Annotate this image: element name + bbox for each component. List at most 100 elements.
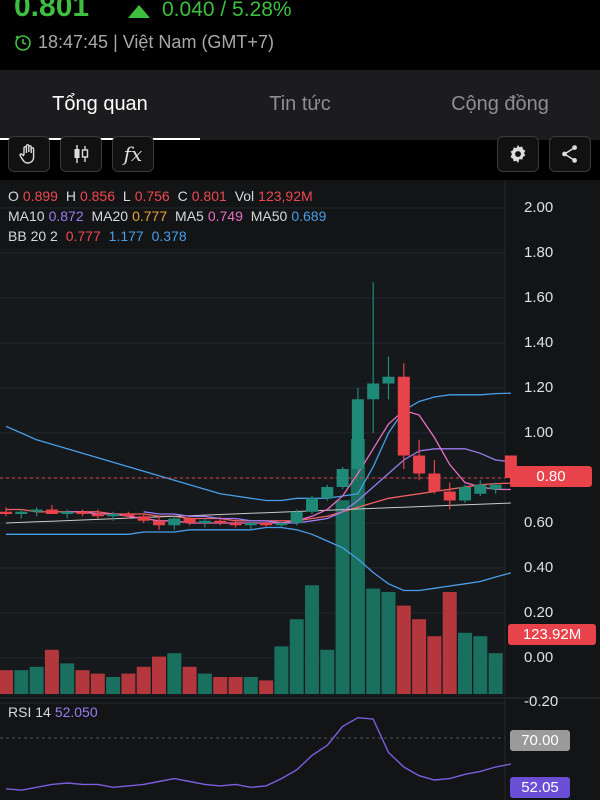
candle-body [351,399,364,469]
volume-bar [44,649,59,694]
price-chart[interactable]: O 0.899 H 0.856 L 0.756 C 0.801 Vol 123,92M M… [0,180,600,800]
share-icon [562,145,577,163]
y-axis-label: 1.60 [524,289,554,306]
ohlc-legend: O 0.899 H 0.856 L 0.756 C 0.801 Vol 123,92M [8,188,313,204]
candle-body [168,518,181,526]
candle-body [474,484,487,494]
candle-body [45,509,58,514]
candle-body [137,516,150,521]
tab-news[interactable]: Tin tức [200,70,400,140]
y-axis-label: 2.00 [524,199,554,216]
volume-bar [0,670,13,694]
candle-body [183,518,196,523]
volume-bar [14,670,29,694]
candle-body [15,511,28,514]
candle-body [275,523,288,526]
rsi-value-tag: 52.05 [510,777,570,798]
candle-body [413,455,426,474]
volume-bar [366,588,381,694]
volume-tag: 123.92M [508,624,596,645]
candle-body [122,514,135,517]
volume-bar [213,677,228,694]
volume-bar [29,666,44,694]
volume-bar [289,619,304,694]
price-pane [0,248,505,696]
y-axis-label: -0.20 [524,693,559,710]
volume-bar [152,656,166,694]
rsi-level-tag: 70.00 [510,730,570,751]
volume-bar [243,677,258,694]
candle-body [397,376,410,456]
candle-body [489,484,502,490]
volume-bar [381,592,396,694]
y-axis-label: 0.60 [524,514,554,531]
candle-body [244,523,257,526]
candle-body [306,498,318,512]
candle-body [153,520,165,526]
y-axis-label: 0.20 [524,604,554,621]
tab-overview[interactable]: Tổng quan [0,70,200,140]
volume-bar [259,680,274,694]
volume-bar [335,500,350,694]
hand-icon [19,144,35,164]
volume-bar [458,632,472,694]
indicator-button[interactable]: fx [112,136,154,172]
candle-body [459,487,471,501]
volume-bar [75,670,90,694]
quote-header: 0.801 0.040 / 5.28% 18:47:45 | Việt Nam … [0,0,600,70]
volume-bar [305,585,319,694]
share-button[interactable] [549,136,591,172]
volume-bar [121,673,136,694]
volume-bar [473,636,488,694]
current-price-tag: 0.80 [510,466,592,487]
volume-bar [197,673,212,694]
up-arrow-icon [128,4,150,18]
volume-bar [412,619,427,694]
gear-icon [510,144,526,164]
candle-body [290,511,303,523]
candle-body [91,514,104,517]
candle-body [260,523,273,526]
candle-body [214,520,227,523]
candle-body [61,511,74,514]
chart-type-button[interactable] [60,136,102,172]
y-axis-label: 0.00 [524,649,554,666]
candle-body [443,491,456,501]
volume-bar [274,646,289,694]
settings-button[interactable] [497,136,539,172]
candle-body [367,383,380,400]
volume-bar [396,605,411,694]
price-change-text: 0.040 / 5.28% [162,0,292,21]
volume-bar [320,649,335,694]
tab-community[interactable]: Cộng đồng [400,70,600,140]
ma-legend: MA10 0.872 MA20 0.777 MA5 0.749 MA50 0.689 [8,208,327,224]
y-axis-label: 1.00 [524,424,554,441]
candle-body [107,514,120,517]
chart-toolbar: fx [0,136,600,180]
y-axis-label: 1.80 [524,244,554,261]
volume-bar [136,666,151,694]
y-axis-label: 0.40 [524,559,554,576]
y-axis-label: 1.20 [524,379,554,396]
candle-body [321,487,334,499]
y-axis-label: 1.40 [524,334,554,351]
volume-bar [106,677,121,694]
timestamp: 18:47:45 | Việt Nam (GMT+7) [14,32,274,53]
volume-bar [488,653,503,694]
bb-legend: BB 20 2 0.777 1.177 0.378 [8,228,187,244]
candle-body [229,523,242,526]
volume-bar [427,636,442,694]
tab-bar: Tổng quan Tin tức Cộng đồng [0,70,600,140]
price-change: 0.040 / 5.28% [128,0,292,22]
candle-body [30,509,43,512]
clock-icon [15,34,31,51]
hand-tool-button[interactable] [8,136,50,172]
candle-body [336,469,349,487]
candle-body [382,376,395,384]
candle-body [0,511,12,514]
volume-bar [228,677,243,694]
volume-bar [350,439,365,694]
volume-bar [182,666,197,694]
volume-bar [90,673,105,694]
volume-bar [60,663,75,694]
